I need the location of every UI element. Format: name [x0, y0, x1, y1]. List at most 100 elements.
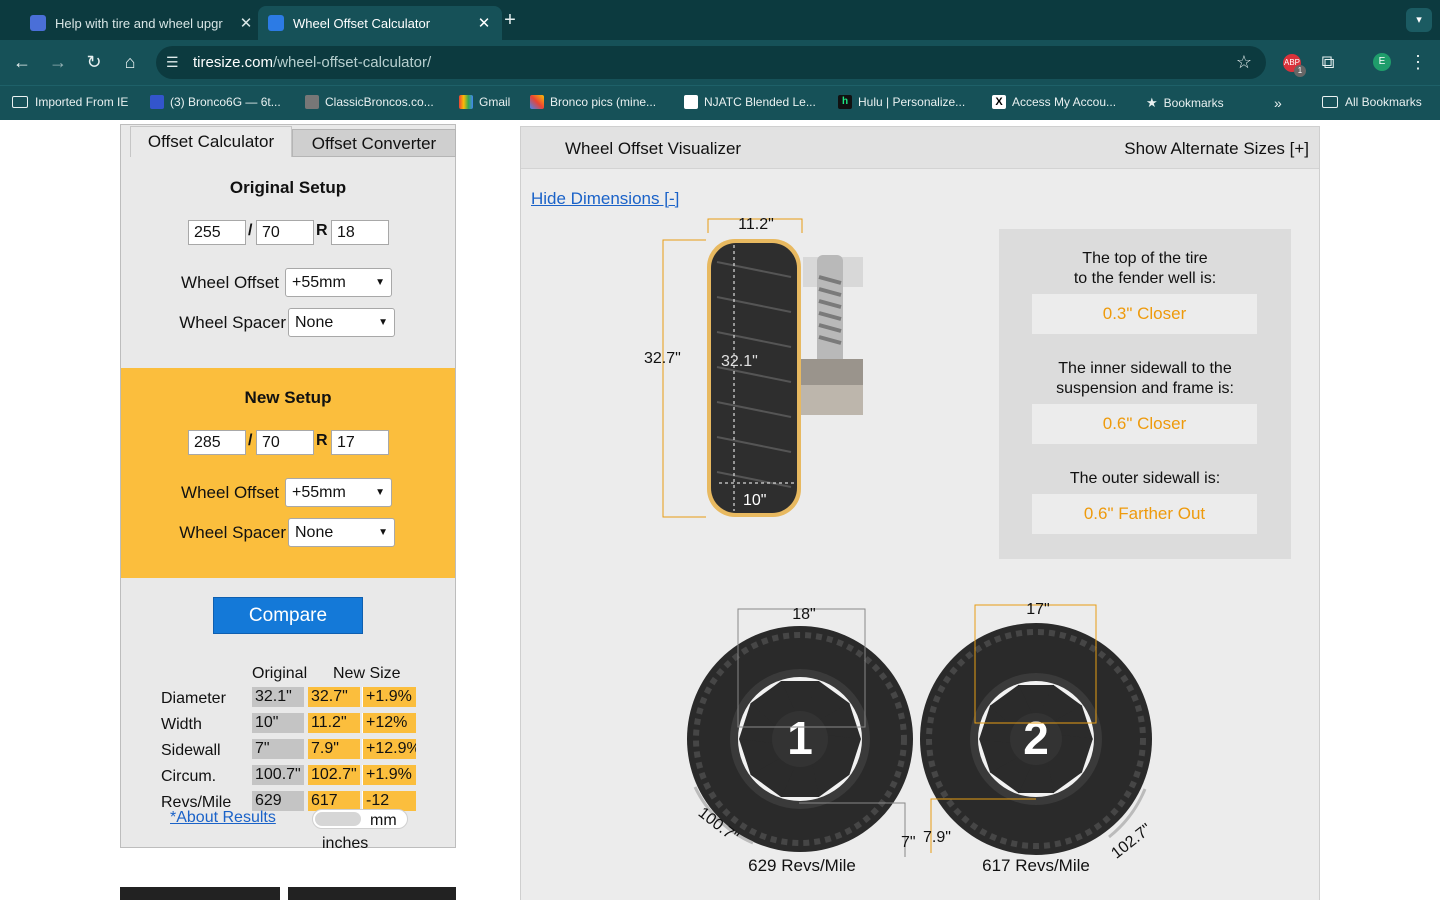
info-fender-text-1: The top of the tire — [1082, 250, 1208, 267]
new-spacer-label: Wheel Spacer — [179, 523, 286, 542]
bottom-dark-button[interactable] — [120, 887, 280, 900]
bookmark-bronco6g[interactable]: (3) Bronco6G — 6t... — [150, 95, 281, 109]
info-outer-value: 0.6" Farther Out — [1032, 494, 1257, 534]
side-inner-diameter-label: 32.1" — [721, 353, 758, 370]
wheel-2-diagram: 2 17" 7.9" 102.7" 617 Revs/Mile — [920, 601, 1155, 875]
original-aspect-input[interactable]: 70 — [256, 220, 314, 245]
bookmark-hulu[interactable]: h Hulu | Personalize... — [838, 95, 965, 109]
result-new-value: 7.9" — [308, 739, 360, 759]
result-label: Sidewall — [161, 742, 221, 759]
wheel-2-circumference-label: 102.7" — [1108, 821, 1154, 863]
tab-offset-calculator[interactable]: Offset Calculator — [130, 126, 292, 157]
tiresize-favicon-icon — [268, 15, 284, 31]
chevron-down-icon: ▼ — [378, 527, 388, 538]
extensions-puzzle-icon[interactable]: ⧉ — [1314, 48, 1342, 76]
result-original-value: 10" — [252, 713, 304, 733]
tab-title: Wheel Offset Calculator — [293, 15, 431, 31]
results-head-new: New Size — [333, 665, 401, 682]
result-original-value: 7" — [252, 739, 304, 759]
result-new-value: 11.2" — [308, 713, 360, 733]
result-label: Width — [161, 716, 202, 733]
forward-arrow-icon[interactable]: → — [44, 48, 72, 76]
new-setup-block: New Setup 285 / 70 R 17 Wheel Offset +55… — [121, 368, 455, 578]
side-width-label: 11.2" — [738, 216, 774, 233]
profile-avatar[interactable]: E — [1373, 53, 1391, 71]
new-width-input[interactable]: 285 — [188, 430, 246, 455]
photos-icon — [530, 95, 544, 109]
result-label: Circum. — [161, 768, 217, 785]
tab-offset-converter[interactable]: Offset Converter — [292, 129, 456, 157]
tab-search-button[interactable]: ▾ — [1406, 8, 1432, 32]
info-inner-text-2: suspension and frame is: — [1056, 380, 1234, 397]
bookmark-star-icon[interactable]: ☆ — [1236, 52, 1252, 73]
tab-help-tire[interactable]: Help with tire and wheel upgr ✕ — [20, 6, 264, 40]
reload-icon[interactable]: ↻ — [80, 48, 108, 76]
new-offset-select[interactable]: +55mm ▼ — [285, 478, 392, 507]
bookmark-access-account[interactable]: X Access My Accou... — [992, 95, 1116, 109]
bookmark-imported[interactable]: Imported From IE — [12, 95, 128, 109]
browser-toolbar: ← → ↻ ⌂ ☰ tiresize.com/wheel-offset-calc… — [0, 40, 1440, 85]
offset-calculator-panel: Offset Calculator Offset Converter Origi… — [120, 124, 456, 852]
gmail-icon — [459, 95, 473, 109]
chevron-down-icon: ▼ — [375, 487, 385, 498]
result-original-value: 629 — [252, 791, 304, 811]
folder-icon — [1322, 96, 1338, 108]
star-icon: ★ — [1146, 95, 1158, 110]
result-diff-value: +12.9% — [362, 739, 416, 759]
home-icon[interactable]: ⌂ — [116, 48, 144, 76]
new-setup-title: New Setup — [244, 388, 332, 407]
site-settings-icon[interactable]: ☰ — [166, 54, 179, 71]
new-rim-input[interactable]: 17 — [331, 430, 389, 455]
info-fender-text-2: to the fender well is: — [1073, 270, 1217, 287]
original-width-input[interactable]: 255 — [188, 220, 246, 245]
tab-wheel-offset[interactable]: Wheel Offset Calculator ✕ — [258, 6, 502, 40]
original-rim-input[interactable]: 18 — [331, 220, 389, 245]
result-diff-value: +12% — [362, 713, 416, 733]
original-offset-select[interactable]: +55mm ▼ — [285, 268, 392, 297]
comparison-info-box: The top of the tire to the fender well i… — [999, 229, 1291, 559]
tab-title: Help with tire and wheel upgr — [55, 15, 223, 31]
bookmark-njatc[interactable]: NJATC Blended Le... — [684, 95, 816, 109]
bookmarks-overflow-button[interactable]: » — [1274, 95, 1282, 111]
url-text[interactable]: tiresize.com/wheel-offset-calculator/ — [193, 54, 431, 71]
bookmark-bookmarks[interactable]: ★ Bookmarks — [1146, 95, 1224, 111]
bottom-dark-button[interactable] — [288, 887, 456, 900]
all-bookmarks[interactable]: All Bookmarks — [1322, 95, 1422, 109]
unit-mm-label: mm — [370, 812, 397, 829]
bookmark-classicbroncos[interactable]: ClassicBroncos.co... — [305, 95, 434, 109]
close-icon[interactable]: ✕ — [238, 14, 254, 32]
hulu-icon: h — [838, 95, 852, 109]
wheel-1-rim-label: 18" — [792, 606, 815, 623]
wheel-2-sidewall-label: 7.9" — [923, 829, 951, 846]
close-icon[interactable]: ✕ — [476, 14, 492, 32]
adblock-extension-icon[interactable]: ABP 1 — [1283, 54, 1306, 77]
bookmark-bronco-pics[interactable]: Bronco pics (mine... — [530, 95, 656, 109]
info-inner-text-1: The inner sidewall to the — [1058, 360, 1232, 377]
new-spacer-select[interactable]: None ▼ — [288, 518, 395, 547]
address-bar[interactable]: ☰ tiresize.com/wheel-offset-calculator/ … — [156, 46, 1266, 79]
new-tab-button[interactable]: + — [498, 9, 522, 33]
back-arrow-icon[interactable]: ← — [8, 48, 36, 76]
toggle-knob — [315, 812, 361, 826]
new-offset-label: Wheel Offset — [181, 483, 279, 502]
info-fender-value: 0.3" Closer — [1032, 294, 1257, 334]
about-results-link[interactable]: *About Results — [170, 809, 276, 827]
tab-favicon-icon — [30, 15, 46, 31]
result-label: Diameter — [161, 690, 226, 707]
original-offset-label: Wheel Offset — [181, 273, 279, 292]
result-diff-value: -12 — [362, 791, 416, 811]
bookmark-gmail[interactable]: Gmail — [459, 95, 510, 109]
extension-badge: 1 — [1294, 65, 1306, 77]
rim-separator: R — [316, 222, 328, 239]
original-spacer-select[interactable]: None ▼ — [288, 308, 395, 337]
compare-button[interactable]: Compare — [213, 597, 363, 634]
menu-kebab-icon[interactable]: ⋮ — [1404, 48, 1432, 76]
result-new-value: 32.7" — [308, 687, 360, 707]
wheel-2-revs-label: 617 Revs/Mile — [982, 856, 1090, 875]
result-diff-value: +1.9% — [362, 687, 416, 707]
size-separator: / — [248, 222, 253, 239]
info-outer-text: The outer sidewall is: — [1069, 470, 1221, 487]
result-original-value: 32.1" — [252, 687, 304, 707]
unit-inches-label: inches — [322, 835, 369, 852]
new-aspect-input[interactable]: 70 — [256, 430, 314, 455]
